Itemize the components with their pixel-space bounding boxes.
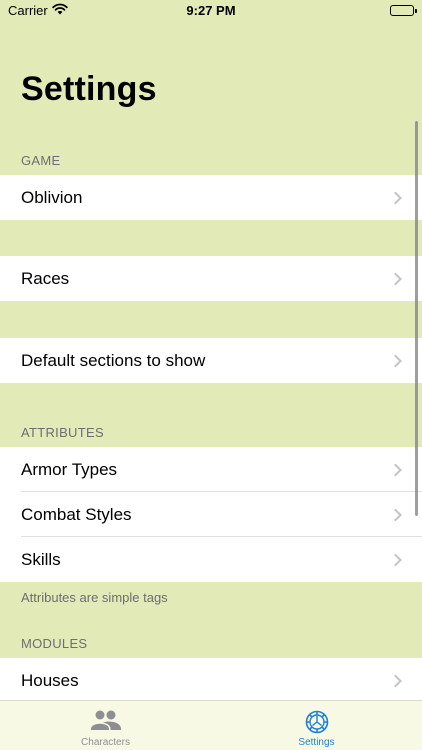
row-label: Oblivion	[21, 187, 83, 207]
chevron-right-icon	[389, 508, 402, 521]
section-footer-attributes: Attributes are simple tags	[21, 590, 168, 605]
row-races[interactable]: Races	[0, 256, 422, 301]
section-header-attributes: ATTRIBUTES	[21, 425, 104, 440]
row-label: Houses	[21, 670, 79, 690]
row-label: Armor Types	[21, 459, 118, 479]
row-label: Combat Styles	[21, 504, 132, 524]
row-houses[interactable]: Houses	[0, 658, 422, 700]
chevron-right-icon	[389, 354, 402, 367]
chevron-right-icon	[389, 272, 402, 285]
status-bar: Carrier 9:27 PM	[0, 0, 422, 24]
tab-label: Settings	[298, 737, 335, 748]
page-title: Settings	[21, 70, 157, 108]
row-label: Skills	[21, 549, 61, 569]
row-label: Default sections to show	[21, 350, 206, 370]
group-game: Oblivion	[0, 175, 422, 220]
chevron-right-icon	[389, 553, 402, 566]
tab-settings[interactable]: Settings	[211, 701, 422, 750]
chevron-right-icon	[389, 463, 402, 476]
row-default-sections[interactable]: Default sections to show	[0, 338, 422, 383]
people-icon	[90, 709, 122, 738]
row-armor-types[interactable]: Armor Types	[0, 447, 422, 492]
group-races: Races	[0, 256, 422, 301]
battery-icon	[390, 5, 417, 16]
tab-characters[interactable]: Characters	[0, 701, 211, 750]
section-header-modules: MODULES	[21, 636, 88, 651]
section-header-game: GAME	[21, 153, 61, 168]
row-combat-styles[interactable]: Combat Styles	[0, 492, 422, 537]
group-modules: Houses	[0, 658, 422, 700]
tab-bar: Characters Settings	[0, 700, 422, 750]
tab-label: Characters	[81, 737, 130, 748]
chevron-right-icon	[389, 674, 402, 687]
row-skills[interactable]: Skills	[0, 537, 422, 582]
chevron-right-icon	[389, 191, 402, 204]
row-oblivion[interactable]: Oblivion	[0, 175, 422, 220]
clock: 9:27 PM	[186, 3, 236, 18]
gear-icon	[304, 709, 330, 740]
scroll-indicator[interactable]	[415, 121, 418, 516]
group-default-sections: Default sections to show	[0, 338, 422, 383]
group-attributes: Armor Types Combat Styles Skills	[0, 447, 422, 582]
row-label: Races	[21, 268, 70, 288]
